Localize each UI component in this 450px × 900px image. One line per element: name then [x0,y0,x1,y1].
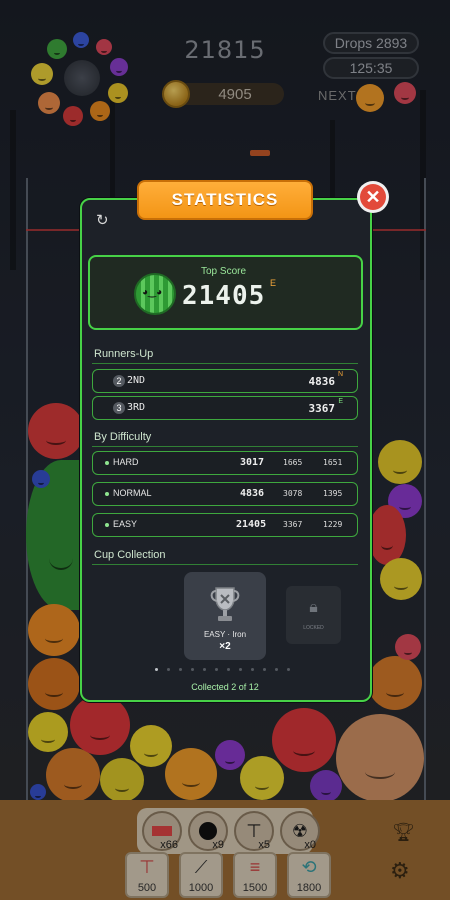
rank-score: 3367 [308,402,336,415]
carousel-dot[interactable] [155,668,158,671]
carousel-dot[interactable] [239,668,242,671]
difficulty-row-normal: NORMAL 4836 3078 1395 [92,482,358,506]
difficulty-third: 1651 [323,458,343,467]
difficulty-best: 3017 [240,457,265,468]
carousel-dot[interactable] [227,668,230,671]
difficulty-row-hard: HARD 3017 1665 1651 [92,451,358,475]
top-score-label: Top Score [201,266,247,277]
locked-cup-card[interactable]: 🔒︎ LOCKED [286,586,341,644]
difficulty-second: 3367 [283,520,303,529]
carousel-dot[interactable] [179,668,182,671]
section-divider [92,446,358,447]
close-button[interactable]: ✕ [357,181,389,213]
difficulty-third: 1395 [323,489,343,498]
difficulty-label: NORMAL [113,488,152,498]
difficulty-best: 4836 [240,488,265,499]
trophy-icon [208,586,242,624]
difficulty-second: 3078 [283,489,303,498]
carousel-dot[interactable] [215,668,218,671]
difficulty-best: 21405 [236,519,267,530]
bullet-dot [105,492,109,496]
cup-card[interactable]: EASY · Iron ×2 [184,572,266,660]
difficulty-label: EASY [113,519,138,529]
difficulty-second: 1665 [283,458,303,467]
section-divider [92,363,358,364]
rank-badge: 2 [113,375,125,387]
carousel-dot[interactable] [287,668,290,671]
cup-title: EASY · Iron [203,630,247,639]
cup-count: ×2 [219,641,231,652]
bullet-dot [105,523,109,527]
collected-count: Collected 2 of 12 [191,682,259,692]
difficulty-heading: By Difficulty [94,431,152,443]
section-divider [92,564,358,565]
rank-label: 3RD [127,402,146,413]
runners-up-heading: Runners-Up [94,348,154,360]
rank-label: 2ND [127,375,146,386]
rank-badge: 3 [113,402,125,414]
cup-collection-heading: Cup Collection [94,549,166,561]
difficulty-third: 1229 [323,520,343,529]
carousel-dot[interactable] [191,668,194,671]
carousel-dots[interactable] [155,668,290,671]
difficulty-badge: N [337,371,343,378]
locked-label: LOCKED [303,625,324,631]
modal-title: STATISTICS [137,180,313,220]
carousel-dot[interactable] [167,668,170,671]
refresh-icon[interactable]: ↻ [96,211,109,229]
locked-trophy-icon: 🔒︎ [309,599,318,616]
difficulty-row-easy: EASY 21405 3367 1229 [92,513,358,537]
top-score-value: 21405 [182,281,266,311]
carousel-dot[interactable] [263,668,266,671]
carousel-dot[interactable] [203,668,206,671]
difficulty-badge: E [338,398,343,405]
bullet-dot [105,461,109,465]
rank-score: 4836 [308,375,336,388]
runner-up-row: 3 3RD 3367 E [92,396,358,420]
watermelon-icon [134,273,176,315]
top-score-badge: E [270,278,277,288]
runner-up-row: 2 2ND 4836 N [92,369,358,393]
close-icon: ✕ [360,184,386,210]
carousel-dot[interactable] [275,668,278,671]
carousel-dot[interactable] [251,668,254,671]
difficulty-label: HARD [113,457,139,467]
